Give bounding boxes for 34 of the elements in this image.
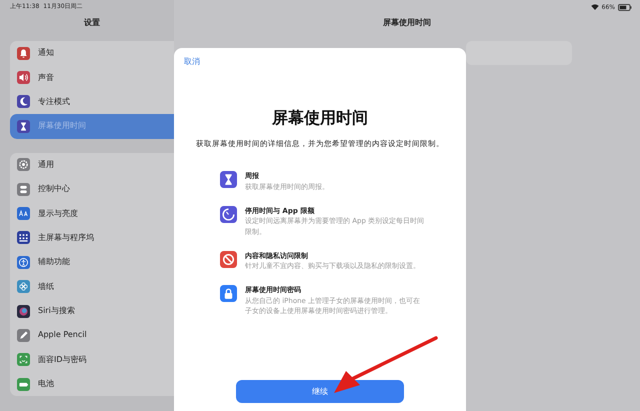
sidebar-item[interactable]: 显示与亮度 [10,201,174,226]
item-label: 通用 [38,158,54,171]
sidebar-title: 设置 [82,17,101,29]
item-label: Apple Pencil [38,329,87,342]
sidebar-item[interactable]: 主屏幕与程序坞 [10,226,174,250]
sidebar-item[interactable]: 通知 [10,41,174,66]
detail-title: 屏幕使用时间 [382,17,432,29]
sidebar-item[interactable]: Siri与搜索 [10,298,174,324]
sidebar-item[interactable]: 辅助功能 [10,250,174,275]
sidebar-item[interactable]: 声音 [10,65,174,90]
item-label: 主屏幕与程序坞 [38,232,94,244]
item-label: 屏幕使用时间 [38,120,86,132]
sidebar-item[interactable]: 电池 [10,372,174,396]
item-label: 面容ID与密码 [38,354,87,366]
sidebar-item[interactable]: 控制中心 [10,176,174,202]
item-label: 辅助功能 [38,256,70,268]
item-label: 声音 [38,72,54,84]
sidebar-item[interactable]: 墙纸 [10,274,174,299]
item-label: 通知 [38,47,54,60]
item-label: 控制中心 [38,183,70,196]
continue-button[interactable]: 继续 [236,380,404,403]
sheet-title: 屏幕使用时间 [271,107,369,129]
cancel-button[interactable]: 取消 [174,48,210,76]
sidebar-item[interactable]: Apple Pencil [10,323,174,348]
wifi-icon [590,4,599,10]
item-label: 专注模式 [38,96,70,108]
battery-icon [618,4,632,10]
sidebar-item[interactable]: 面容ID与密码 [10,348,174,372]
sidebar-item[interactable]: 通用 [10,152,174,177]
sidebar-item[interactable]: 专注模式 [10,90,174,114]
item-label: Siri与搜索 [38,305,75,318]
item-label: 显示与亮度 [38,208,78,220]
item-label: 电池 [38,378,54,390]
item-label: 墙纸 [38,280,54,293]
